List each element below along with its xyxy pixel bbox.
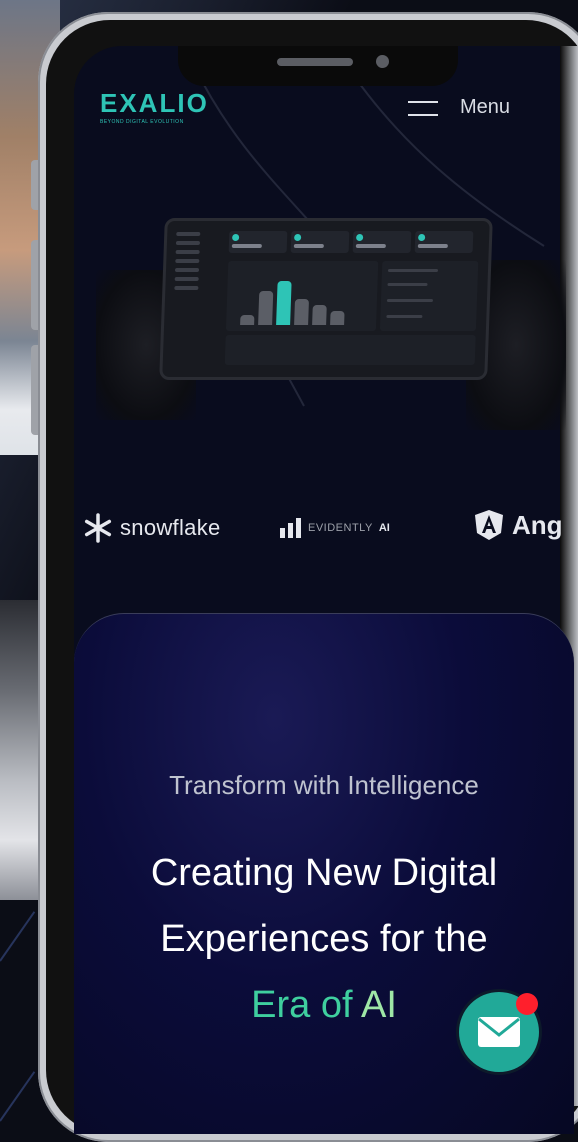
snowflake-logo-icon <box>84 513 112 543</box>
partner-label: Ang <box>512 509 563 540</box>
logo-tagline: BEYOND DIGITAL EVOLUTION <box>100 119 184 125</box>
partner-label: snowflake <box>120 515 221 540</box>
site-logo[interactable]: EXALIO BEYOND DIGITAL EVOLUTION <box>100 90 210 130</box>
hero-tablet-image <box>96 200 566 440</box>
phone-camera <box>376 55 389 68</box>
partner-snowflake: snowflake <box>82 512 221 544</box>
menu-button[interactable]: Menu <box>408 96 510 119</box>
evidently-bars-icon <box>280 518 301 538</box>
partner-label-suffix: AI <box>378 522 390 534</box>
headline-accent-ai: AI <box>360 984 397 1026</box>
phone-notch <box>178 46 458 86</box>
angular-logo-icon <box>475 510 503 540</box>
hero-kicker: Transform with Intelligence <box>169 770 479 800</box>
mail-icon <box>478 1017 520 1047</box>
headline-line-1: Creating New Digital <box>150 852 498 894</box>
logo-wordmark: EXALIO <box>100 88 209 118</box>
partner-logos: snowflake EVIDENTLY AI Ang <box>74 500 563 560</box>
menu-label: Menu <box>460 96 511 118</box>
tablet-dashboard <box>159 218 493 380</box>
phone-speaker <box>277 58 353 66</box>
partner-evidently: EVIDENTLY AI <box>280 518 390 538</box>
hamburger-icon <box>408 99 438 117</box>
partner-label: EVIDENTLY <box>308 522 373 534</box>
partner-angular: Ang <box>472 508 563 542</box>
notification-dot <box>516 993 538 1015</box>
headline-line-2: Experiences for the <box>160 918 488 960</box>
headline-accent-era: Era of <box>251 984 361 1026</box>
